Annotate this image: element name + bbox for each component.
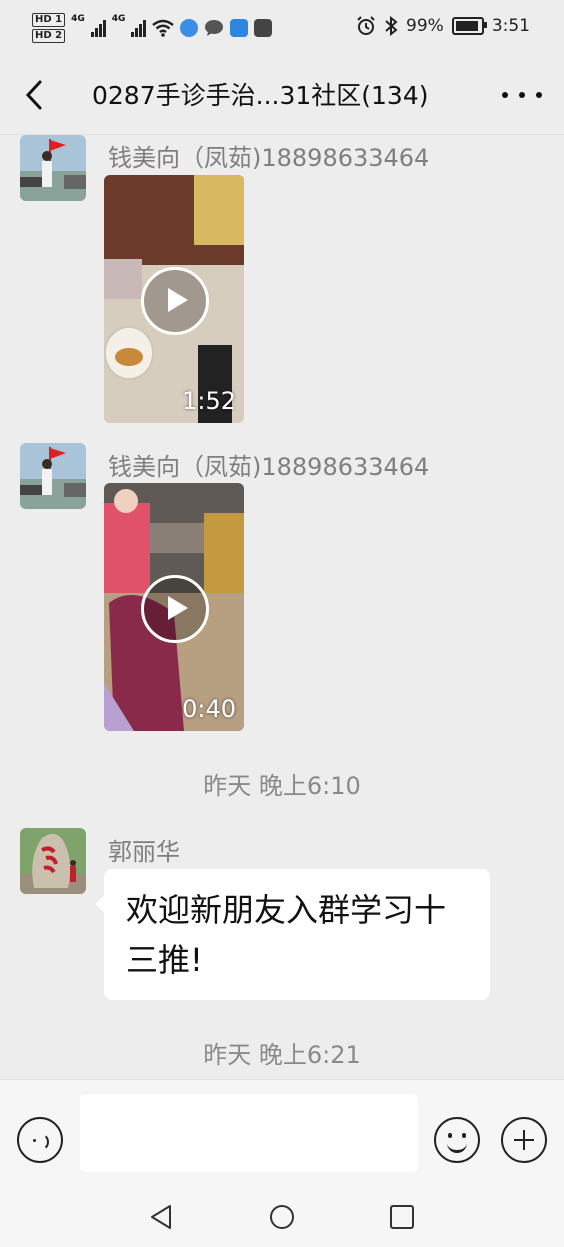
text-message-bubble[interactable]: 欢迎新朋友入群学习十三推!	[95, 869, 490, 1000]
avatar[interactable]	[20, 828, 86, 894]
nav-recents-icon[interactable]	[389, 1203, 415, 1231]
message-text: 欢迎新朋友入群学习十三推!	[126, 891, 447, 979]
nav-home-icon[interactable]	[268, 1203, 296, 1231]
play-icon[interactable]	[141, 575, 209, 643]
message-input[interactable]	[80, 1094, 418, 1172]
hd2-label: HD 2	[32, 29, 66, 43]
nav-back-icon[interactable]	[148, 1203, 174, 1231]
timestamp: 昨天 晚上6:21	[203, 1041, 361, 1069]
signal-icon-1	[90, 19, 106, 37]
status-bar: HD 1 HD 2 4G 4G 99% 3:51	[0, 0, 564, 56]
battery-percent: 99%	[406, 16, 444, 36]
hd1-label: HD 1	[32, 13, 66, 27]
input-bar	[0, 1079, 564, 1184]
play-icon[interactable]	[141, 267, 209, 335]
voice-input-icon[interactable]	[17, 1117, 63, 1163]
cloud-notification-icon	[230, 19, 249, 37]
sender-name: 钱美向（凤茹)18898633464	[108, 144, 430, 172]
sender-name: 郭丽华	[108, 838, 180, 866]
clock: 3:51	[491, 16, 530, 36]
message-notification-icon	[205, 20, 224, 36]
more-options-icon[interactable]	[502, 78, 542, 112]
chat-header: 0287手诊手治...31社区(134)	[0, 56, 564, 135]
avatar[interactable]	[20, 135, 86, 201]
plus-icon[interactable]	[501, 1117, 547, 1163]
sender-name: 钱美向（凤茹)18898633464	[108, 453, 430, 481]
network-type-1: 4G	[71, 14, 85, 24]
avatar[interactable]	[20, 443, 86, 509]
wifi-icon	[152, 19, 175, 37]
chat-title: 0287手诊手治...31社区(134)	[92, 81, 429, 110]
system-navigation-bar	[0, 1183, 564, 1247]
video-message[interactable]: 0:40	[104, 483, 244, 731]
browser-notification-icon	[180, 19, 199, 37]
signal-icon-2	[131, 19, 147, 37]
bluetooth-icon	[385, 16, 398, 36]
hd-indicator: HD 1 HD 2	[32, 13, 66, 43]
back-arrow-icon[interactable]	[18, 78, 52, 112]
emoji-icon[interactable]	[434, 1117, 480, 1163]
alarm-icon	[357, 16, 375, 35]
video-duration: 1:52	[182, 387, 236, 415]
video-duration: 0:40	[182, 695, 236, 723]
timestamp: 昨天 晚上6:10	[203, 772, 361, 800]
video-message[interactable]: 1:52	[104, 175, 244, 423]
network-type-2: 4G	[111, 14, 126, 24]
app-notification-icon	[254, 19, 273, 37]
battery-icon	[451, 17, 487, 35]
